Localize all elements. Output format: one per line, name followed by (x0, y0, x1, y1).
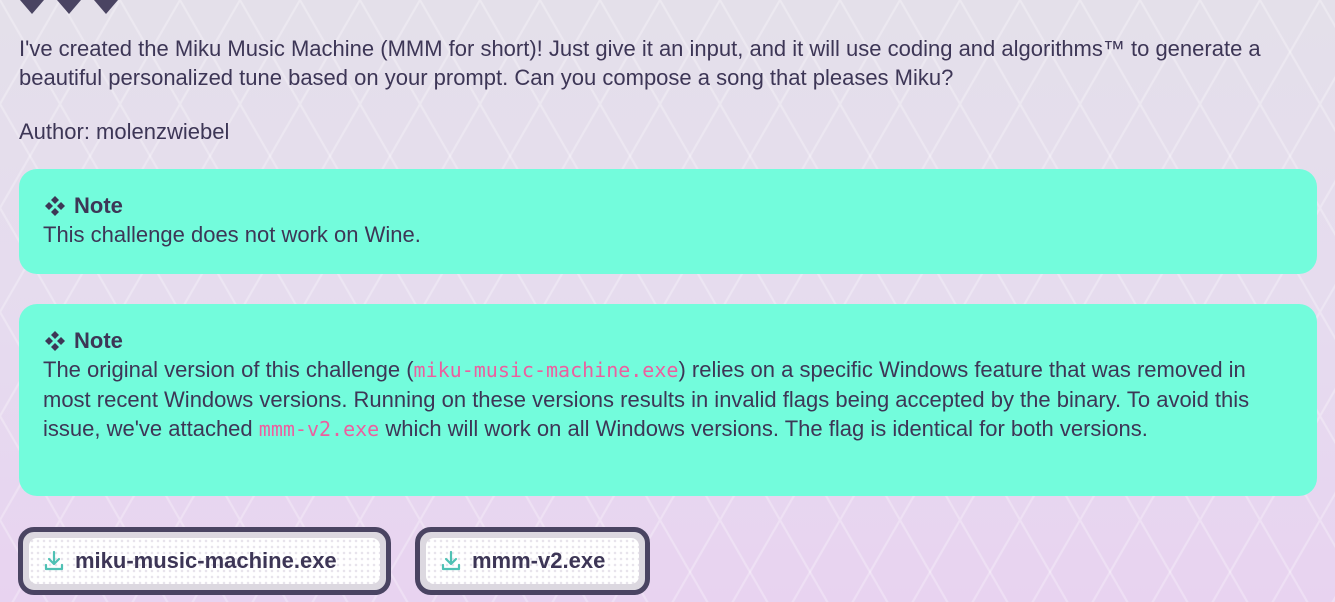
heart-icon (57, 0, 81, 14)
download-button-face[interactable]: mmm-v2.exe (426, 538, 639, 584)
note-text: This challenge does not work on Wine. (43, 222, 421, 247)
note-title: Note (43, 191, 1293, 220)
download-icon (44, 550, 64, 571)
challenge-description: I've created the Miku Music Machine (MMM… (19, 36, 1261, 90)
note-text-part: The original version of this challenge ( (43, 357, 414, 382)
diamond-icon (45, 195, 65, 216)
note-box-wine: Note This challenge does not work on Win… (19, 169, 1317, 274)
diamond-icon (45, 330, 65, 351)
lives-hearts (17, 0, 121, 16)
download-button-miku-music-machine[interactable]: miku-music-machine.exe (18, 527, 391, 595)
inline-code-filename: mmm-v2.exe (258, 417, 380, 441)
note-title-label: Note (74, 328, 123, 353)
inline-code-filename: miku-music-machine.exe (413, 358, 679, 382)
note-title-label: Note (74, 193, 123, 218)
note-box-windows-version: Note The original version of this challe… (19, 304, 1317, 496)
heart-icon (20, 0, 44, 14)
note-title: Note (43, 326, 1293, 355)
download-label: miku-music-machine.exe (75, 548, 337, 573)
note-text-part: which will work on all Windows versions.… (379, 416, 1148, 441)
download-icon (441, 550, 461, 571)
note-text: The original version of this challenge (… (43, 355, 1293, 444)
challenge-author: Author: molenzwiebel (19, 119, 230, 144)
download-label: mmm-v2.exe (472, 548, 606, 573)
heart-icon (94, 0, 118, 14)
download-button-face[interactable]: miku-music-machine.exe (29, 538, 380, 584)
download-button-mmm-v2[interactable]: mmm-v2.exe (415, 527, 650, 595)
